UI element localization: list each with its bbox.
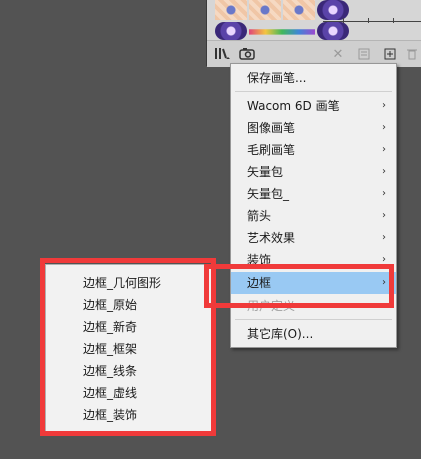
submenu-item-label: 边框_原始 <box>83 298 138 312</box>
brush-options-icon[interactable] <box>355 45 373 63</box>
submenu-item-borders-novelty[interactable]: 边框_新奇 <box>46 316 212 338</box>
menu-item-artistic[interactable]: 艺术效果 › <box>231 227 396 249</box>
delete-brush-icon[interactable] <box>403 45 421 63</box>
submenu-arrow-icon: › <box>382 122 386 133</box>
menu-separator <box>235 91 392 92</box>
menu-item-bristle-brushes[interactable]: 毛刷画笔 › <box>231 139 396 161</box>
menu-item-label: 毛刷画笔 <box>247 143 296 157</box>
new-brush-icon[interactable] <box>381 45 399 63</box>
brush-swatch[interactable] <box>215 0 247 20</box>
line-brush-tick <box>393 18 394 23</box>
submenu-item-borders-frames[interactable]: 边框_框架 <box>46 338 212 360</box>
menu-item-label: 艺术效果 <box>247 231 296 245</box>
menu-item-image-brushes[interactable]: 图像画笔 › <box>231 117 396 139</box>
menu-item-arrows[interactable]: 箭头 › <box>231 205 396 227</box>
menu-item-borders[interactable]: 边框 › <box>231 272 396 294</box>
menu-item-save-brushes[interactable]: 保存画笔... <box>231 67 396 89</box>
borders-submenu: 边框_几何图形 边框_原始 边框_新奇 边框_框架 边框_线条 边框_虚线 边框… <box>45 264 213 433</box>
submenu-arrow-icon: › <box>382 100 386 111</box>
menu-item-label: 其它库(O)... <box>247 327 314 341</box>
submenu-arrow-icon: › <box>382 144 386 155</box>
submenu-item-label: 边框_装饰 <box>83 408 138 422</box>
menu-item-label: 图像画笔 <box>247 121 296 135</box>
menu-item-vector-packs[interactable]: 矢量包 › <box>231 161 396 183</box>
submenu-arrow-icon: › <box>382 232 386 243</box>
submenu-item-borders-primitive[interactable]: 边框_原始 <box>46 294 212 316</box>
submenu-arrow-icon: › <box>382 188 386 199</box>
submenu-item-label: 边框_线条 <box>83 364 138 378</box>
menu-item-decorative[interactable]: 装饰 › <box>231 249 396 271</box>
menu-item-label: Wacom 6D 画笔 <box>247 99 340 113</box>
remove-brush-stroke-icon[interactable]: ✕ <box>329 45 347 63</box>
menu-item-label: 装饰 <box>247 253 272 267</box>
menu-item-label: 保存画笔... <box>247 71 307 85</box>
brushes-panel: ✕ <box>206 0 421 67</box>
brush-swatch[interactable] <box>215 22 247 40</box>
menu-item-other-library[interactable]: 其它库(O)... <box>231 323 396 345</box>
menu-item-user-defined[interactable]: 用户定义 <box>231 295 396 317</box>
submenu-arrow-icon: › <box>382 277 386 288</box>
brush-swatch[interactable] <box>249 0 281 20</box>
menu-item-label: 用户定义 <box>247 299 296 313</box>
brush-swatch[interactable] <box>283 0 315 20</box>
libraries-icon[interactable] <box>239 45 257 63</box>
submenu-arrow-icon: › <box>382 254 386 265</box>
menu-item-label: 矢量包 <box>247 165 284 179</box>
submenu-item-borders-decorative[interactable]: 边框_装饰 <box>46 404 212 426</box>
menu-item-label: 矢量包_ <box>247 187 290 201</box>
submenu-item-label: 边框_新奇 <box>83 320 138 334</box>
brush-library-menu-icon[interactable] <box>213 45 231 63</box>
submenu-arrow-icon: › <box>382 210 386 221</box>
submenu-item-borders-dashed[interactable]: 边框_虚线 <box>46 382 212 404</box>
menu-item-label: 边框 <box>247 276 272 290</box>
submenu-arrow-icon: › <box>382 166 386 177</box>
submenu-item-borders-lines[interactable]: 边框_线条 <box>46 360 212 382</box>
line-brush-preview <box>323 21 421 22</box>
brush-library-menu: 保存画笔... Wacom 6D 画笔 › 图像画笔 › 毛刷画笔 › 矢量包 … <box>230 63 397 348</box>
brush-swatch[interactable] <box>317 22 349 40</box>
menu-item-label: 箭头 <box>247 209 272 223</box>
submenu-item-label: 边框_虚线 <box>83 386 138 400</box>
menu-separator <box>235 319 392 320</box>
submenu-item-label: 边框_框架 <box>83 342 138 356</box>
brush-swatch-row <box>213 0 421 40</box>
submenu-item-label: 边框_几何图形 <box>83 276 162 290</box>
menu-item-wacom-6d-brushes[interactable]: Wacom 6D 画笔 › <box>231 95 396 117</box>
submenu-item-borders-geometric[interactable]: 边框_几何图形 <box>46 272 212 294</box>
line-brush-tick <box>343 18 344 23</box>
line-brush-tick <box>368 18 369 23</box>
brush-swatch[interactable] <box>317 0 349 20</box>
menu-item-vector-packs-alt[interactable]: 矢量包_ › <box>231 183 396 205</box>
brush-swatch[interactable] <box>249 29 315 35</box>
